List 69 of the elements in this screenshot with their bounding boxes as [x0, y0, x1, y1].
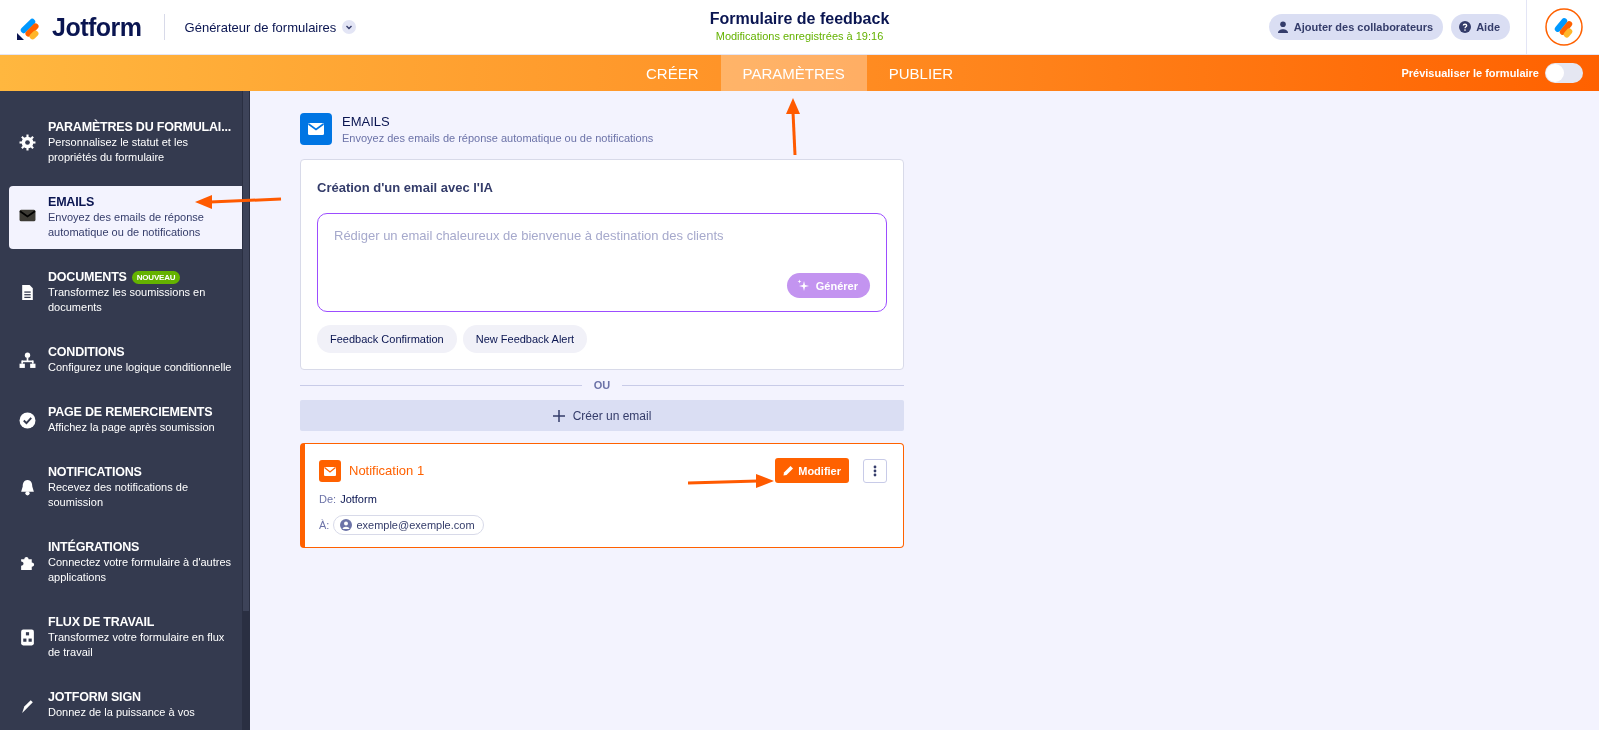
builder-menu[interactable]: Générateur de formulaires: [184, 19, 357, 35]
more-button[interactable]: [863, 458, 887, 483]
suggestion-chip[interactable]: Feedback Confirmation: [317, 325, 457, 353]
section-description: Envoyez des emails de réponse automatique ou de notifications: [342, 132, 654, 144]
annotation-arrow: [786, 98, 800, 156]
sidebar-item[interactable]: INTÉGRATIONS Connectez votre formulaire à d'autres applications: [9, 531, 242, 594]
pencil-icon: [783, 465, 795, 476]
document-icon: [19, 284, 36, 301]
suggestion-chip[interactable]: New Feedback Alert: [462, 325, 588, 353]
plus-icon: [552, 409, 565, 422]
brand-name: Jotform: [52, 12, 142, 42]
form-title: Formulaire de feedback: [709, 10, 890, 28]
collaborators-button[interactable]: Ajouter des collaborateurs: [1268, 14, 1444, 40]
scrollbar[interactable]: [242, 91, 250, 730]
sidebar-item[interactable]: PARAMÈTRES DU FORMULAI... Personnalisez le statut et les propriétés du formulaire: [9, 111, 242, 174]
sidebar-item-title: NOTIFICATIONS: [48, 465, 142, 479]
sidebar-item-description: Affichez la page après soumission: [48, 420, 215, 435]
hierarchy-icon: [19, 351, 36, 369]
sidebar-item-description: Donnez de la puissance à vos: [48, 705, 195, 720]
notification-title: Notification 1: [349, 463, 425, 478]
sidebar-item-title: DOCUMENTS: [48, 270, 127, 284]
help-icon: [1459, 21, 1472, 33]
sidebar-item[interactable]: JOTFORM SIGN Donnez de la puissance à vos: [9, 681, 242, 729]
sidebar-item-description: Transformez votre formulaire en flux de travail: [48, 630, 226, 660]
sidebar-item-title: PARAMÈTRES DU FORMULAI...: [48, 120, 231, 134]
sender: Jotform: [340, 493, 377, 505]
save-status: Modifications enregistrées à 19:16: [715, 30, 884, 42]
mail-icon: [19, 207, 36, 224]
sidebar-item[interactable]: NOTIFICATIONS Recevez des notifications de soumission: [9, 456, 242, 519]
create-email-button[interactable]: Créer un email: [300, 400, 904, 431]
caret-icon: [342, 20, 357, 34]
new-badge: NOUVEAU: [131, 270, 181, 284]
sidebar-item-title: JOTFORM SIGN: [48, 690, 141, 704]
sidebar-item[interactable]: EMAILS Envoyez des emails de réponse automatique ou de notifications: [9, 186, 242, 249]
mail-icon: [300, 113, 332, 145]
sidebar-item-title: FLUX DE TRAVAIL: [48, 615, 155, 629]
user-icon: [340, 519, 353, 531]
more-icon: [873, 464, 877, 477]
preview-toggle[interactable]: [1545, 63, 1583, 83]
divider-label: OU: [593, 379, 611, 391]
flow-icon: [19, 629, 36, 646]
help-button[interactable]: Aide: [1451, 14, 1510, 40]
card-title: Création d'un email avec l'IA: [317, 180, 494, 195]
sidebar-item-description: Personnalisez le statut et les propriétés du formulaire: [48, 135, 190, 165]
to-label: À:: [319, 519, 330, 531]
sidebar-item-description: Configurez une logique conditionnelle: [48, 360, 232, 375]
sidebar-item-description: Transformez les soumissions en documents: [48, 285, 207, 315]
preview-label: Prévisualiser le formulaire: [1401, 67, 1539, 79]
mail-icon: [319, 459, 341, 482]
sidebar-item[interactable]: DOCUMENTS NOUVEAU Transformez les soumissions en documents: [9, 261, 242, 324]
sidebar-item-title: CONDITIONS: [48, 345, 125, 359]
sidebar-item-title: PAGE DE REMERCIEMENTS: [48, 405, 213, 419]
sidebar-item-title: EMAILS: [48, 195, 95, 209]
section-title: EMAILS: [342, 114, 391, 129]
sidebar-item[interactable]: CONDITIONS Configurez une logique conditionnelle: [9, 336, 242, 384]
from-label: De:: [319, 493, 337, 505]
sidebar-item-description: Connectez votre formulaire à d'autres applications: [48, 555, 233, 585]
check-icon: [19, 411, 36, 429]
sidebar-item[interactable]: FLUX DE TRAVAIL Transformez votre formulaire en flux de travail: [9, 606, 242, 669]
settings-icon: [19, 134, 36, 151]
sparkle-icon: [796, 279, 810, 292]
sidebar-item[interactable]: PAGE DE REMERCIEMENTS Affichez la page après soumission: [9, 396, 242, 444]
sidebar-item-title: INTÉGRATIONS: [48, 540, 140, 554]
bell-icon: [19, 479, 36, 496]
sidebar-item-description: Envoyez des emails de réponse automatique ou de notifications: [48, 210, 205, 240]
user-icon: [1276, 21, 1289, 33]
puzzle-icon: [19, 554, 36, 571]
avatar-icon[interactable]: [1545, 8, 1583, 46]
sidebar-item-description: Recevez des notifications de soumission: [48, 480, 190, 510]
